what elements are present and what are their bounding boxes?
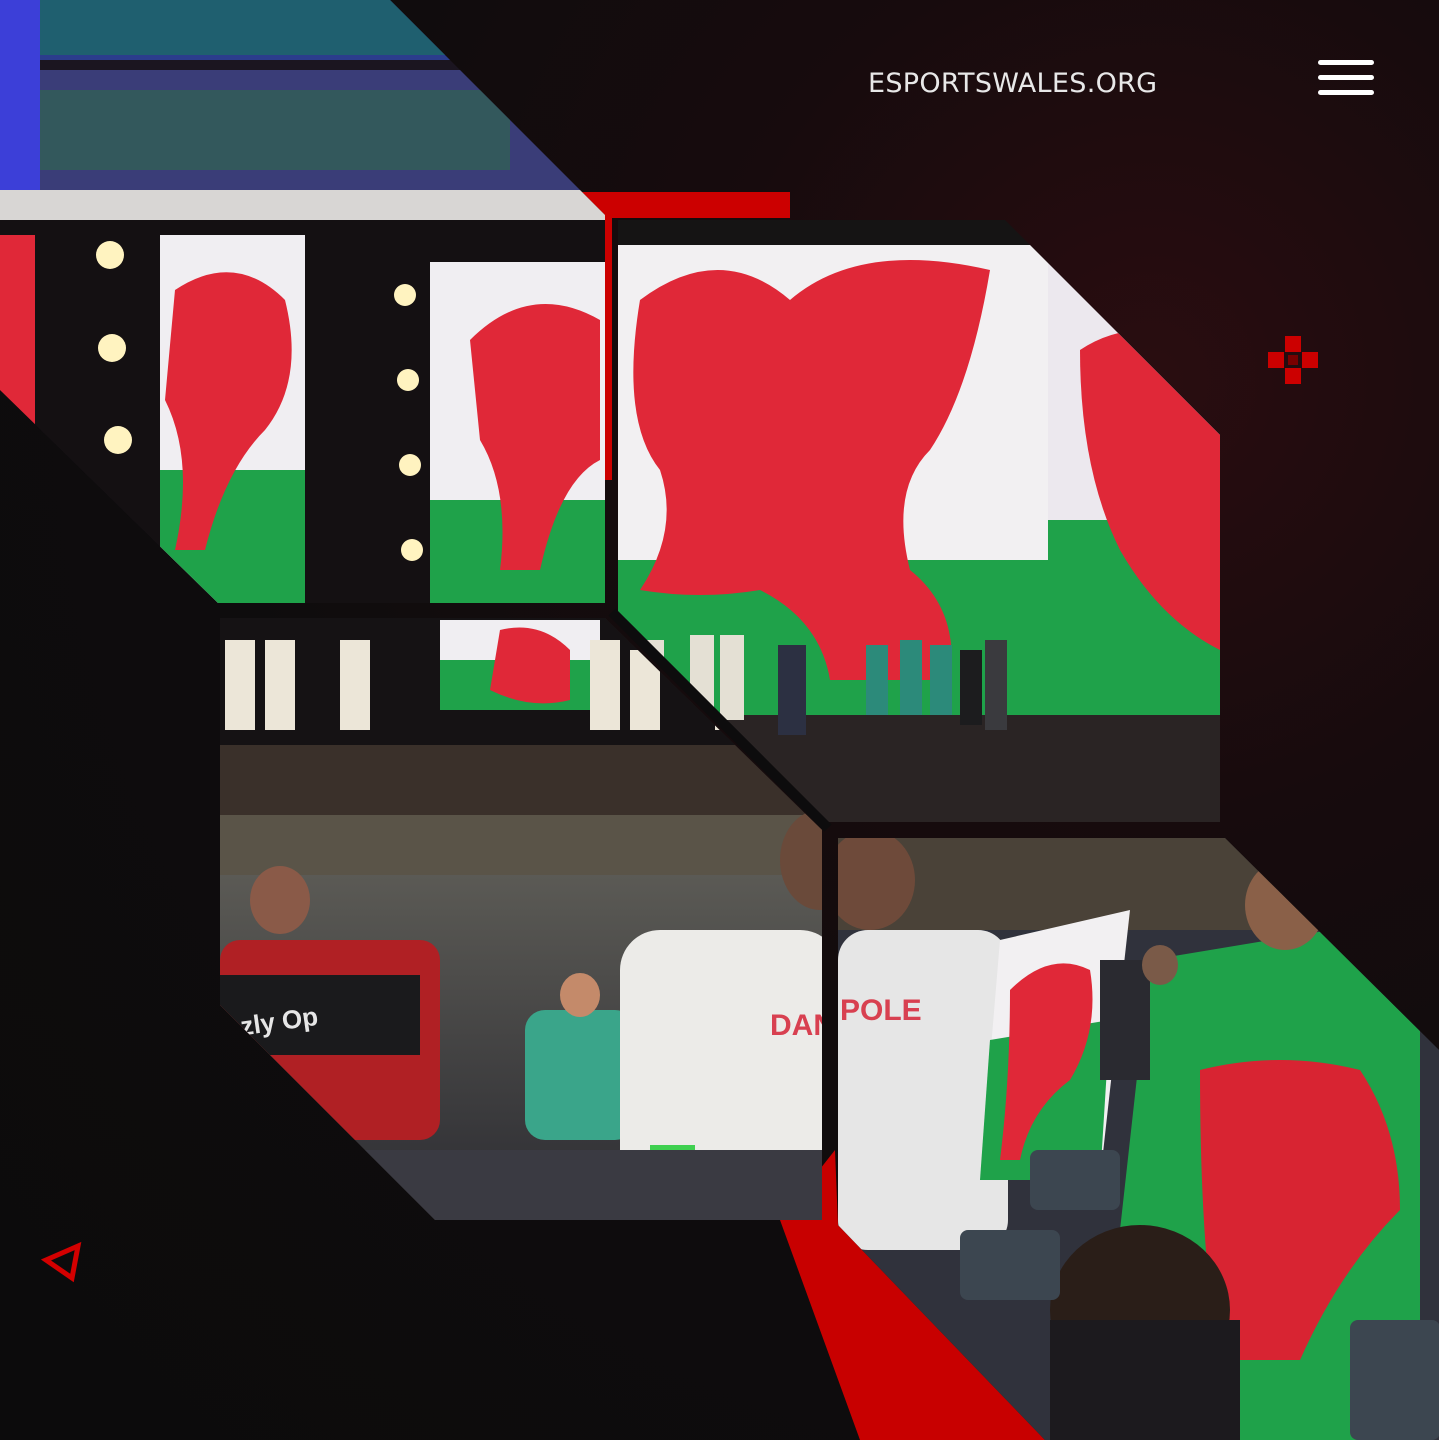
photo-stage-screens bbox=[0, 0, 605, 603]
pixel-cross-icon bbox=[1268, 336, 1318, 384]
page-canvas: zly Op DANPOLE POLE bbox=[0, 0, 1439, 1440]
menu-bar-top bbox=[1318, 60, 1374, 65]
menu-bar-bottom bbox=[1318, 90, 1374, 95]
menu-bar-middle bbox=[1318, 75, 1374, 80]
triangle-outline-icon bbox=[40, 1241, 82, 1283]
site-name[interactable]: ESPORTSWALES.ORG bbox=[868, 64, 1208, 104]
hamburger-menu-icon[interactable] bbox=[1318, 58, 1376, 98]
photo-collage: zly Op DANPOLE POLE bbox=[0, 0, 1439, 1440]
shirt-text-danpole-right: POLE bbox=[840, 994, 922, 1027]
